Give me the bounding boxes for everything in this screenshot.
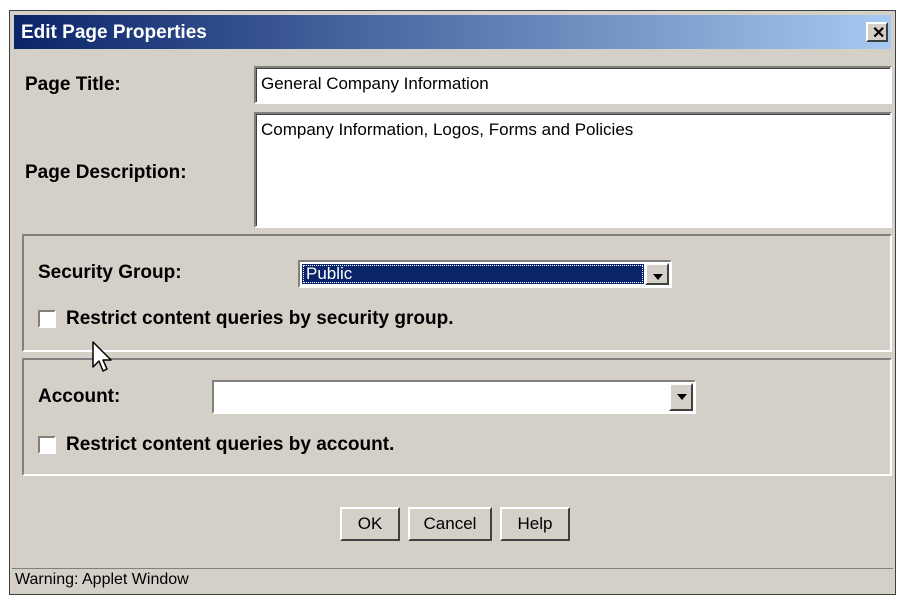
page-description-label: Page Description: (25, 162, 187, 183)
close-icon: ✕ (872, 25, 886, 42)
mouse-cursor-icon (92, 341, 112, 372)
security-group-label: Security Group: (38, 262, 182, 283)
status-text: Warning: Applet Window (15, 571, 189, 588)
account-selected-value (216, 384, 668, 410)
account-dropdown-button[interactable] (669, 383, 693, 411)
edit-page-properties-dialog: Edit Page Properties ✕ Page Title: Gener… (9, 10, 896, 595)
page-description-value: Company Information, Logos, Forms and Po… (261, 120, 634, 139)
status-bar: Warning: Applet Window (12, 568, 893, 592)
page-title-label: Page Title: (25, 74, 121, 95)
restrict-account-label[interactable]: Restrict content queries by account. (66, 434, 394, 456)
page-title-value: General Company Information (261, 74, 489, 93)
restrict-security-group-label[interactable]: Restrict content queries by security gro… (66, 308, 453, 330)
title-bar[interactable]: Edit Page Properties ✕ (14, 15, 891, 49)
page-title-input[interactable]: General Company Information (254, 66, 892, 104)
account-select[interactable] (212, 380, 696, 414)
account-label: Account: (38, 386, 121, 407)
security-group-dropdown-button[interactable] (645, 263, 669, 285)
dialog-title: Edit Page Properties (21, 22, 207, 43)
restrict-security-group-checkbox[interactable] (38, 310, 56, 328)
restrict-account-checkbox[interactable] (38, 436, 56, 454)
ok-button[interactable]: OK (340, 507, 400, 541)
security-group-select[interactable]: Public (298, 260, 672, 288)
account-panel: Account: Restrict content queries by acc… (22, 358, 892, 476)
page-description-textarea[interactable]: Company Information, Logos, Forms and Po… (254, 112, 892, 228)
help-button[interactable]: Help (500, 507, 570, 541)
close-button[interactable]: ✕ (866, 22, 888, 42)
security-group-selected-value: Public (302, 264, 644, 284)
security-group-panel: Security Group: Public Restrict content … (22, 234, 892, 352)
cancel-button[interactable]: Cancel (408, 507, 492, 541)
